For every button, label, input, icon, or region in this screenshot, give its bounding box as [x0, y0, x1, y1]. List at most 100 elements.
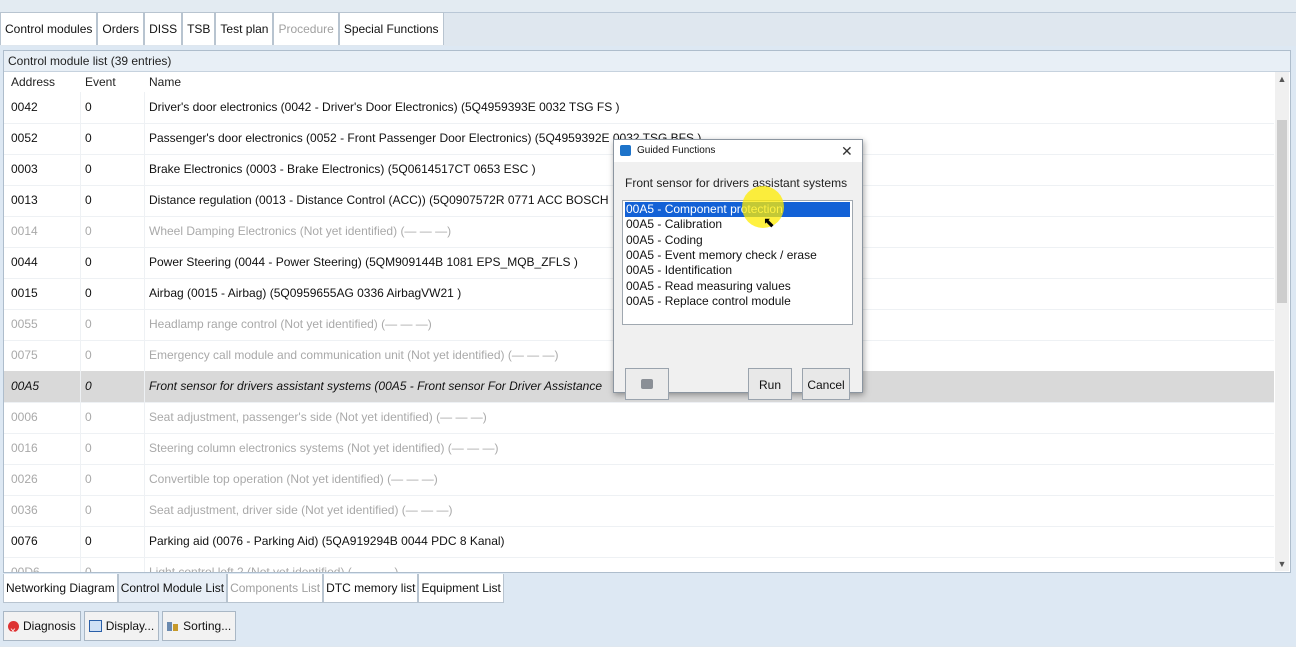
- tab-tsb[interactable]: TSB: [182, 12, 216, 45]
- row-address: 0042: [11, 100, 38, 114]
- cancel-button[interactable]: Cancel: [802, 368, 850, 400]
- table-row[interactable]: 0006 0 Seat adjustment, passenger's side (…: [4, 402, 1274, 434]
- column-divider: [144, 371, 145, 402]
- sorting-icon: [167, 621, 179, 632]
- column-event[interactable]: Event: [85, 72, 116, 92]
- column-divider: [80, 216, 81, 247]
- camera-button[interactable]: [625, 368, 669, 400]
- column-divider: [80, 557, 81, 572]
- tab-orders[interactable]: Orders: [97, 12, 145, 45]
- dialog-body: Front sensor for drivers assistant syste…: [614, 162, 862, 400]
- row-event: 0: [85, 348, 92, 362]
- scroll-thumb[interactable]: [1277, 120, 1287, 303]
- row-name: Steering column electronics systems (Not…: [149, 441, 499, 455]
- column-divider: [144, 92, 145, 123]
- tab-components-list[interactable]: Components List: [227, 574, 324, 603]
- row-name: Seat adjustment, driver side (Not yet id…: [149, 503, 453, 517]
- top-tab-bar: Control modules Orders DISS TSB Test pla…: [0, 12, 444, 46]
- table-row[interactable]: 0026 0 Convertible top operation (Not yet …: [4, 464, 1274, 496]
- dialog-description: Front sensor for drivers assistant syste…: [625, 176, 848, 190]
- column-divider: [80, 278, 81, 309]
- row-address: 0076: [11, 534, 38, 548]
- diagnosis-button[interactable]: Diagnosis: [3, 611, 81, 647]
- sorting-button[interactable]: Sorting...: [162, 611, 237, 641]
- vertical-scrollbar[interactable]: ▲ ▼: [1275, 72, 1289, 571]
- tab-control-module-list[interactable]: Control Module List: [117, 574, 228, 603]
- row-name: Emergency call module and communication …: [149, 348, 559, 362]
- row-name: Power Steering (0044 - Power Steering) (…: [149, 255, 578, 269]
- scroll-down-icon[interactable]: ▼: [1275, 557, 1289, 571]
- tab-procedure[interactable]: Procedure: [273, 12, 339, 45]
- scroll-up-icon[interactable]: ▲: [1275, 72, 1289, 86]
- list-item-coding[interactable]: 00A5 - Coding: [625, 233, 703, 248]
- column-divider: [144, 216, 145, 247]
- display-icon: [88, 620, 102, 632]
- list-item-calibration[interactable]: 00A5 - Calibration: [625, 217, 722, 232]
- row-address: 0052: [11, 131, 38, 145]
- column-divider: [80, 309, 81, 340]
- list-item-identification[interactable]: 00A5 - Identification: [625, 263, 732, 278]
- tab-control-modules[interactable]: Control modules: [0, 12, 98, 45]
- row-event: 0: [85, 162, 92, 176]
- list-item-read-measuring-values[interactable]: 00A5 - Read measuring values: [625, 279, 791, 294]
- row-address: 0036: [11, 503, 38, 517]
- table-row[interactable]: 0042 0 Driver's door electronics (0042 - D…: [4, 92, 1274, 124]
- row-address: 0026: [11, 472, 38, 486]
- column-divider: [144, 154, 145, 185]
- row-name: Seat adjustment, passenger's side (Not y…: [149, 410, 487, 424]
- app-icon: [620, 145, 631, 156]
- row-event: 0: [85, 503, 92, 517]
- column-divider: [80, 154, 81, 185]
- row-event: 0: [85, 100, 92, 114]
- tab-networking-diagram[interactable]: Networking Diagram: [3, 574, 118, 603]
- camera-icon: [641, 379, 653, 389]
- column-divider: [80, 433, 81, 464]
- diagnosis-label: Diagnosis: [23, 619, 76, 633]
- tab-special-functions[interactable]: Special Functions: [338, 12, 444, 45]
- table-row[interactable]: 0076 0 Parking aid (0076 - Parking Aid) (5…: [4, 526, 1274, 558]
- column-divider: [80, 340, 81, 371]
- run-button[interactable]: Run: [748, 368, 792, 400]
- tab-diss[interactable]: DISS: [144, 12, 183, 45]
- close-icon[interactable]: ✕: [841, 140, 853, 162]
- table-row[interactable]: 0036 0 Seat adjustment, driver side (Not y…: [4, 495, 1274, 527]
- list-item-component-protection[interactable]: 00A5 - Component protection: [625, 202, 850, 217]
- column-divider: [80, 123, 81, 154]
- tab-test-plan[interactable]: Test plan: [215, 12, 274, 45]
- row-address: 0044: [11, 255, 38, 269]
- column-divider: [144, 309, 145, 340]
- column-name[interactable]: Name: [149, 72, 181, 92]
- tab-equipment-list[interactable]: Equipment List: [418, 574, 504, 603]
- bottom-toolbar: Diagnosis Display... Sorting...: [3, 611, 237, 647]
- column-header-row: Address Event Name: [4, 72, 1274, 92]
- bottom-tab-bar: Networking Diagram Control Module List C…: [3, 574, 504, 604]
- row-address: 0006: [11, 410, 38, 424]
- list-item-event-memory[interactable]: 00A5 - Event memory check / erase: [625, 248, 817, 263]
- column-address[interactable]: Address: [11, 72, 55, 92]
- column-divider: [80, 371, 81, 402]
- row-name: Light control left 2 (Not yet identified…: [149, 565, 399, 572]
- row-name: Front sensor for drivers assistant syste…: [149, 379, 603, 393]
- row-address: 0015: [11, 286, 38, 300]
- row-address: 0075: [11, 348, 38, 362]
- display-button[interactable]: Display...: [83, 611, 160, 641]
- column-divider: [80, 92, 81, 123]
- tab-dtc-memory-list[interactable]: DTC memory list: [323, 574, 419, 603]
- guided-functions-list[interactable]: 00A5 - Component protection 00A5 - Calib…: [622, 200, 853, 325]
- list-item-replace-control-module[interactable]: 00A5 - Replace control module: [625, 294, 791, 309]
- column-divider: [80, 185, 81, 216]
- display-label: Display...: [105, 619, 155, 633]
- column-divider: [144, 557, 145, 572]
- table-row[interactable]: 0016 0 Steering column electronics systems…: [4, 433, 1274, 465]
- row-name: Distance regulation (0013 - Distance Con…: [149, 193, 609, 207]
- dialog-title: Guided Functions: [637, 145, 716, 156]
- row-event: 0: [85, 286, 92, 300]
- row-event: 0: [85, 224, 92, 238]
- column-divider: [144, 464, 145, 495]
- column-divider: [144, 185, 145, 216]
- row-event: 0: [85, 441, 92, 455]
- row-event: 0: [85, 379, 92, 393]
- row-event: 0: [85, 410, 92, 424]
- column-divider: [144, 433, 145, 464]
- table-row[interactable]: 00D6 0 Light control left 2 (Not yet ident…: [4, 557, 1274, 572]
